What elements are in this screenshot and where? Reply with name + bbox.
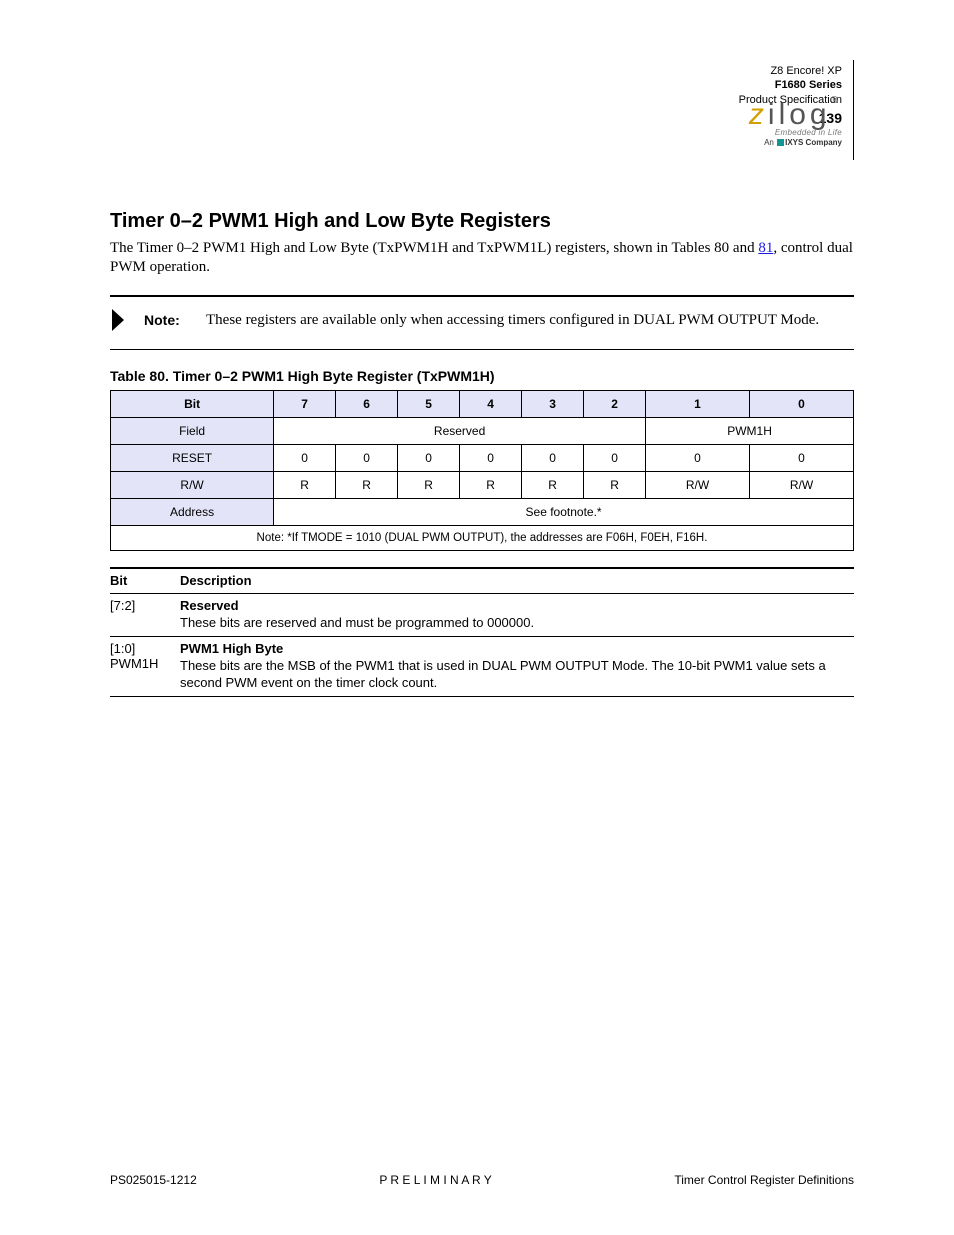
bits-head-bit: Bit <box>110 573 180 590</box>
note-rule-bottom <box>110 349 854 350</box>
bits-r1-text: These bits are reserved and must be prog… <box>180 615 534 630</box>
bits-row-reserved: [7:2] Reserved These bits are reserved a… <box>110 593 854 636</box>
table-caption: Table 80. Timer 0–2 PWM1 High Byte Regis… <box>110 368 854 384</box>
footer-right: Timer Control Register Definitions <box>674 1173 854 1187</box>
rw-6: R <box>336 471 398 498</box>
logo-company-post: IXYS Company <box>785 138 842 147</box>
bits-r1-bit: [7:2] <box>110 598 180 632</box>
bits-r2-title: PWM1 High Byte <box>180 641 283 656</box>
caret-right-icon <box>110 307 144 333</box>
reset-7: 0 <box>274 444 336 471</box>
note-block: Note: These registers are available only… <box>110 295 854 350</box>
table-footnote: Note: *If TMODE = 1010 (DUAL PWM OUTPUT)… <box>111 525 854 550</box>
table-row-footnote: Note: *If TMODE = 1010 (DUAL PWM OUTPUT)… <box>111 525 854 550</box>
rw-5: R <box>398 471 460 498</box>
doc-title-line2: F1680 Series <box>739 78 842 92</box>
reset-2: 0 <box>584 444 646 471</box>
row-label-reset: RESET <box>111 444 274 471</box>
rw-2: R <box>584 471 646 498</box>
th-1: 1 <box>646 390 750 417</box>
rw-3: R <box>522 471 584 498</box>
page: Z8 Encore! XP F1680 Series Product Speci… <box>0 0 954 1235</box>
th-0: 0 <box>749 390 853 417</box>
note-label: Note: <box>144 312 206 328</box>
rw-1: R/W <box>646 471 750 498</box>
logo-wordmark: zilog® <box>749 100 842 130</box>
doc-title-line1: Z8 Encore! XP <box>739 64 842 78</box>
reset-4: 0 <box>460 444 522 471</box>
reset-3: 0 <box>522 444 584 471</box>
register-table: Bit 7 6 5 4 3 2 1 0 Field Reserved PWM1H… <box>110 390 854 551</box>
footer-center: P R E L I M I N A R Y <box>379 1173 492 1187</box>
th-6: 6 <box>336 390 398 417</box>
table-row-head: Bit 7 6 5 4 3 2 1 0 <box>111 390 854 417</box>
reset-6: 0 <box>336 444 398 471</box>
table-row-rw: R/W R R R R R R R/W R/W <box>111 471 854 498</box>
bits-head: Bit Description <box>110 567 854 594</box>
table-row-address: Address See footnote.* <box>111 498 854 525</box>
reset-0: 0 <box>749 444 853 471</box>
table-row-reset: RESET 0 0 0 0 0 0 0 0 <box>111 444 854 471</box>
row-label-addr: Address <box>111 498 274 525</box>
addr-value: See footnote.* <box>274 498 854 525</box>
logo: zilog® Embedded in Life An IXYS Company <box>749 100 842 147</box>
bits-r1-title: Reserved <box>180 598 239 613</box>
bits-end-rule <box>110 696 854 697</box>
bits-row-pwm1h: [1:0] PWM1H PWM1 High Byte These bits ar… <box>110 636 854 696</box>
field-pwm1h: PWM1H <box>646 417 854 444</box>
bits-r2-desc: PWM1 High Byte These bits are the MSB of… <box>180 641 854 692</box>
footer-left: PS025015-1212 <box>110 1173 197 1187</box>
logo-company: An IXYS Company <box>749 138 842 147</box>
content: Timer 0–2 PWM1 High and Low Byte Registe… <box>110 210 854 697</box>
row-label-rw: R/W <box>111 471 274 498</box>
bits-r1-desc: Reserved These bits are reserved and mus… <box>180 598 854 632</box>
bits-r2-bit: [1:0] PWM1H <box>110 641 180 692</box>
table-row-field: Field Reserved PWM1H <box>111 417 854 444</box>
table-link-81[interactable]: 81 <box>758 240 773 256</box>
note-row: Note: These registers are available only… <box>110 297 854 349</box>
bits-r2-symbol: PWM1H <box>110 656 158 671</box>
reset-1: 0 <box>646 444 750 471</box>
rw-0: R/W <box>749 471 853 498</box>
page-footer: PS025015-1212 P R E L I M I N A R Y Time… <box>110 1173 854 1187</box>
bits-head-desc: Description <box>180 573 854 590</box>
th-2: 2 <box>584 390 646 417</box>
ixys-mark-icon <box>777 139 784 146</box>
para-lead: The Timer 0–2 PWM1 High and Low Byte (Tx… <box>110 240 758 256</box>
logo-company-pre: An <box>764 138 774 147</box>
section-heading: Timer 0–2 PWM1 High and Low Byte Registe… <box>110 210 854 233</box>
rw-4: R <box>460 471 522 498</box>
section-paragraph: The Timer 0–2 PWM1 High and Low Byte (Tx… <box>110 239 854 277</box>
rw-7: R <box>274 471 336 498</box>
bits-r2-bit-range: [1:0] <box>110 641 135 656</box>
th-bit: Bit <box>111 390 274 417</box>
th-3: 3 <box>522 390 584 417</box>
reset-5: 0 <box>398 444 460 471</box>
bit-description: Bit Description [7:2] Reserved These bit… <box>110 567 854 697</box>
header-rule <box>853 60 854 160</box>
note-text: These registers are available only when … <box>206 311 819 329</box>
row-label-field: Field <box>111 417 274 444</box>
th-5: 5 <box>398 390 460 417</box>
th-7: 7 <box>274 390 336 417</box>
bits-r2-text: These bits are the MSB of the PWM1 that … <box>180 658 826 690</box>
th-4: 4 <box>460 390 522 417</box>
field-reserved: Reserved <box>274 417 646 444</box>
